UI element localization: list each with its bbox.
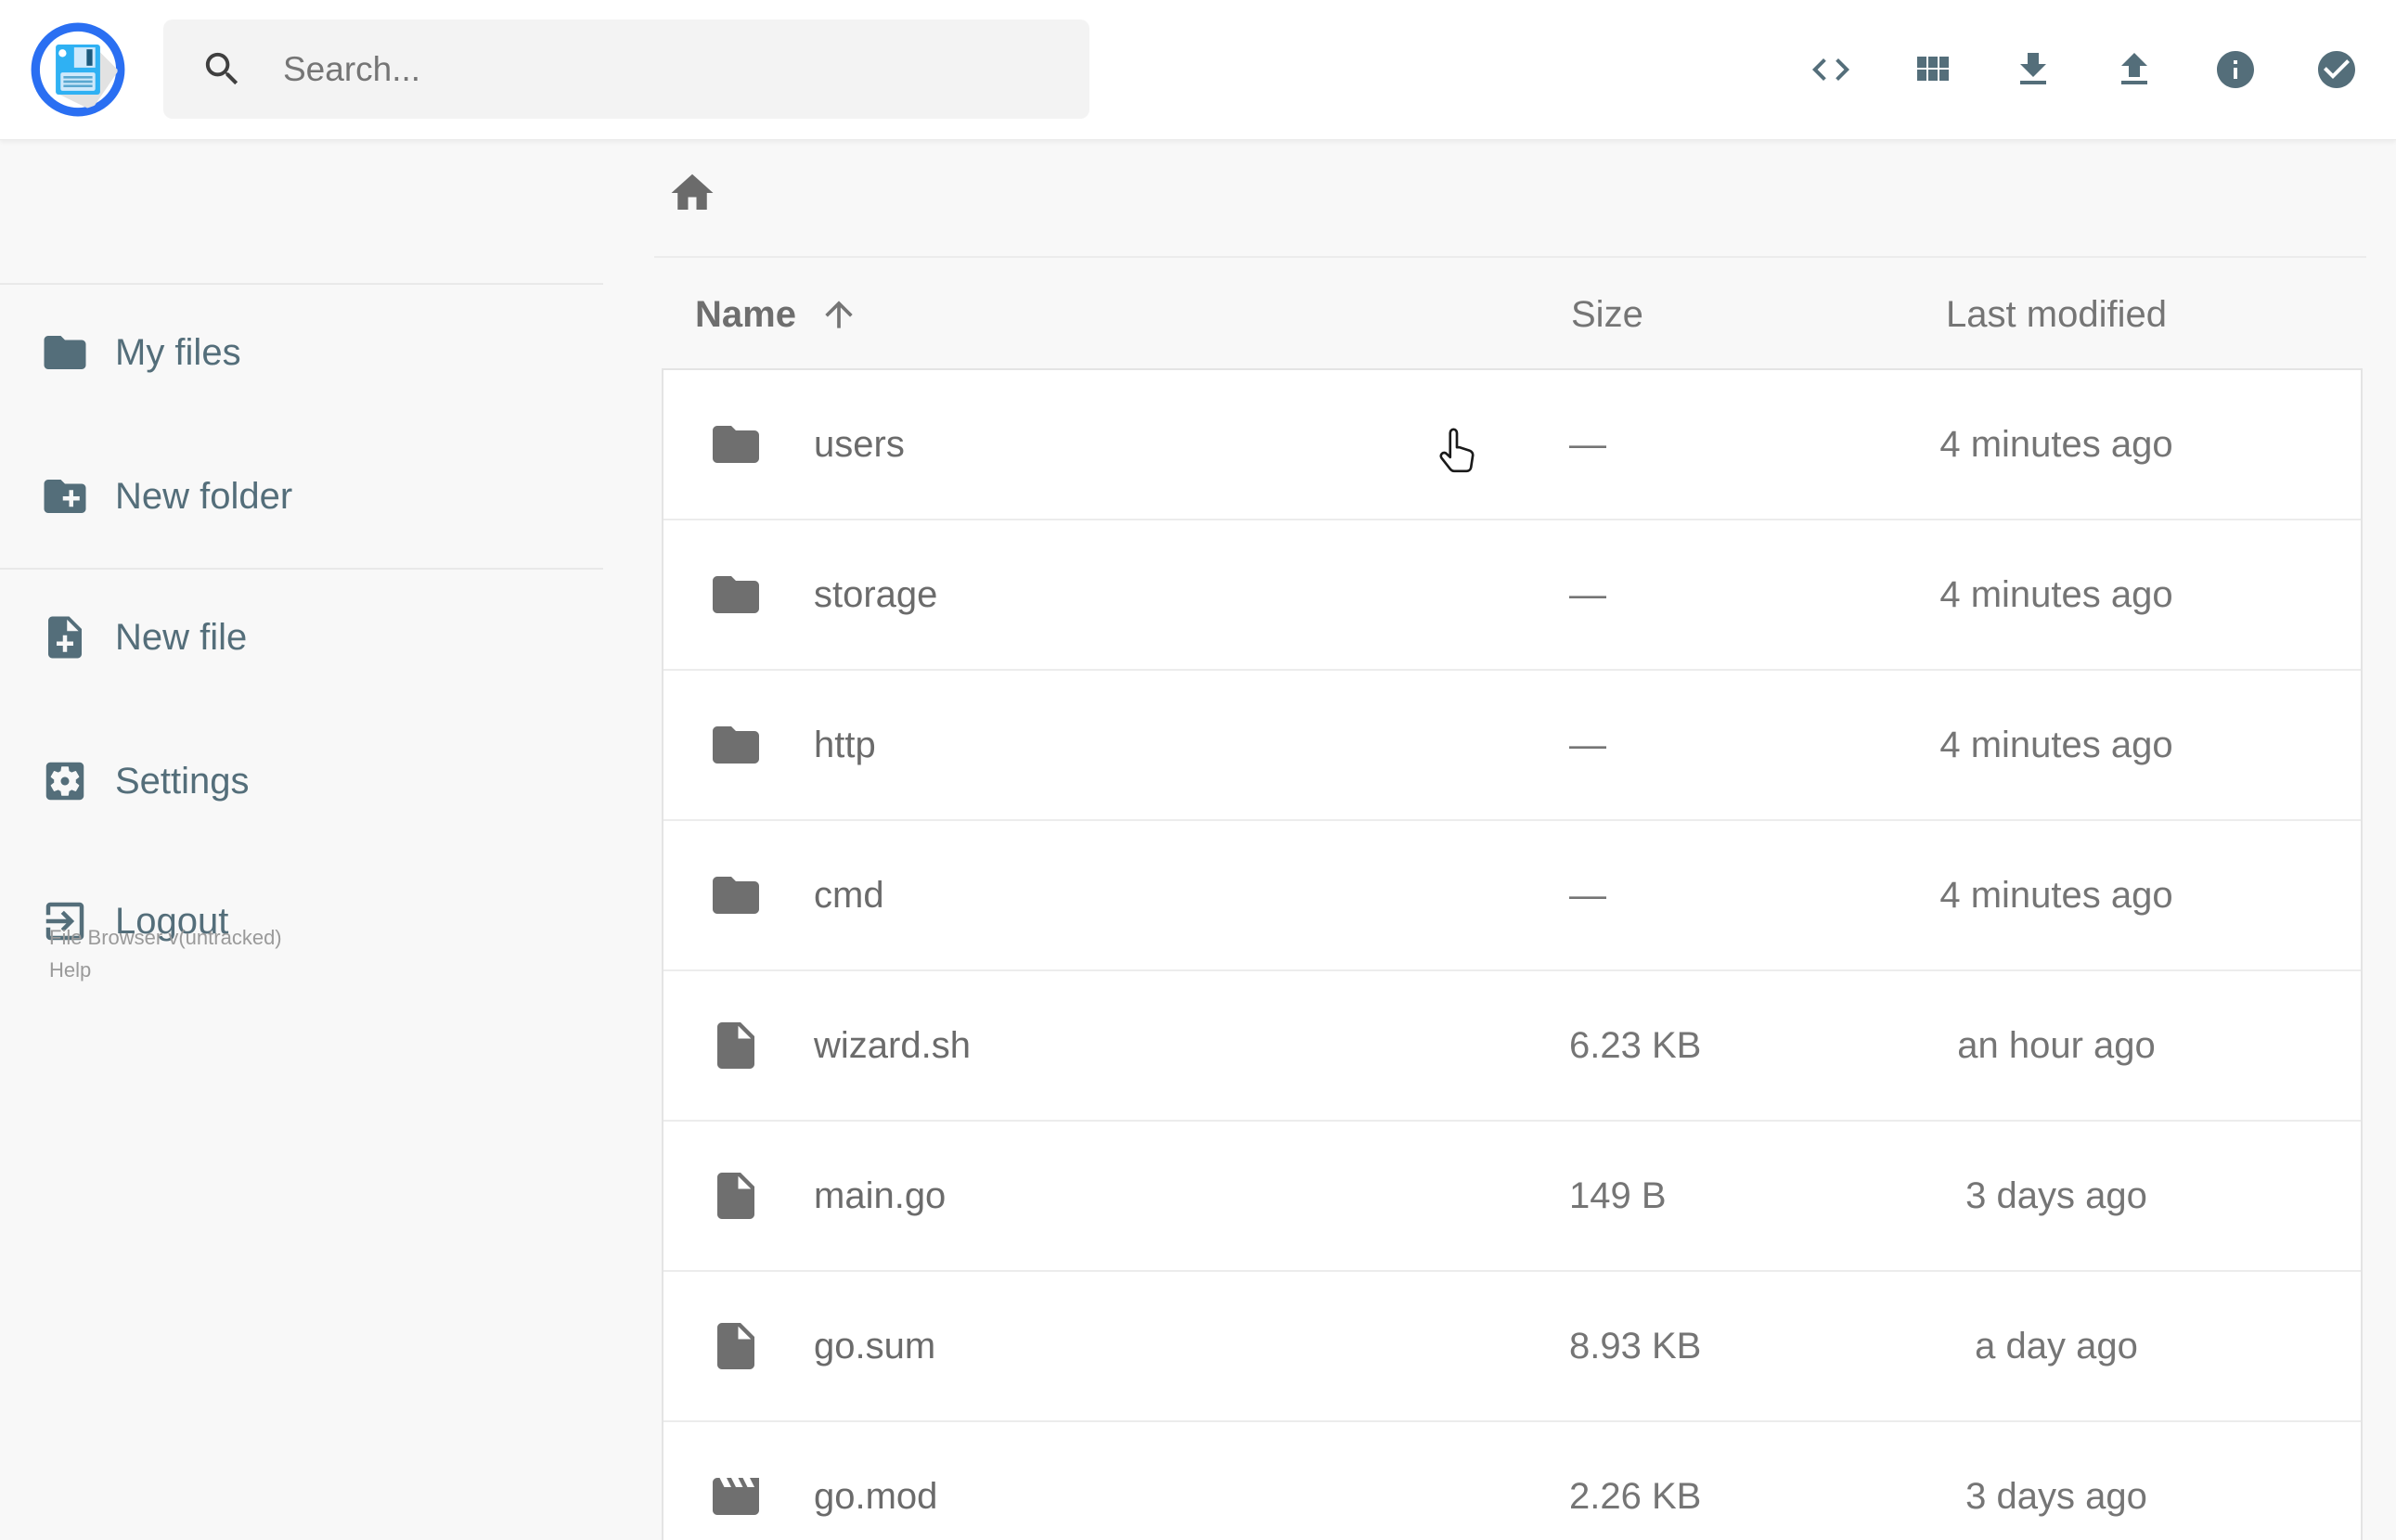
folder-icon [708, 567, 764, 622]
table-row[interactable]: storage — 4 minutes ago [663, 520, 2361, 671]
file-icon [708, 1018, 764, 1073]
folder-icon [708, 867, 764, 923]
folder-icon [708, 867, 764, 923]
column-header-modified[interactable]: Last modified [1824, 294, 2288, 335]
upload-button[interactable] [2112, 47, 2157, 92]
file-name: storage [814, 574, 938, 615]
file-name: wizard.sh [814, 1025, 971, 1066]
help-link[interactable]: Help [49, 954, 282, 986]
sidebar-footer: File Browser v(untracked) Help [49, 921, 282, 986]
file-size: 8.93 KB [1569, 1326, 1702, 1367]
new-file-icon [40, 612, 90, 662]
breadcrumb-divider [654, 256, 2366, 258]
sidebar-item-label: New folder [115, 475, 293, 517]
file-modified: an hour ago [1957, 1025, 2156, 1066]
movie-icon [708, 1469, 764, 1524]
sidebar-divider [0, 283, 603, 285]
file-size: — [1569, 725, 1606, 765]
sidebar-item-settings[interactable]: Settings [0, 741, 603, 821]
select-multiple-button[interactable] [2314, 47, 2359, 92]
file-size: — [1569, 875, 1606, 916]
app-logo[interactable] [30, 21, 126, 118]
folder-icon [708, 417, 764, 472]
file-modified: 4 minutes ago [1939, 875, 2173, 916]
column-header-name-label: Name [695, 294, 796, 335]
file-size: — [1569, 424, 1606, 465]
file-modified: 3 days ago [1965, 1476, 2147, 1517]
sidebar: My files New folder New file Settings Logout… [0, 139, 603, 1540]
sidebar-item-new-file[interactable]: New file [0, 597, 603, 677]
sidebar-item-label: New file [115, 616, 248, 658]
folder-icon [40, 327, 90, 378]
folder-icon [708, 717, 764, 773]
table-row[interactable]: users — 4 minutes ago [663, 370, 2361, 520]
sidebar-item-label: Settings [115, 760, 250, 802]
header-actions [1809, 0, 2359, 139]
file-icon [708, 1318, 764, 1374]
column-header-size[interactable]: Size [1571, 294, 1643, 335]
info-button[interactable] [2213, 47, 2258, 92]
file-size: 2.26 KB [1569, 1476, 1702, 1517]
search-icon [200, 47, 244, 91]
file-name: go.sum [814, 1326, 936, 1367]
top-bar [0, 0, 2396, 140]
arrow-up-icon [818, 294, 859, 335]
app-version-text: File Browser v(untracked) [49, 926, 282, 949]
file-modified: 4 minutes ago [1939, 574, 2173, 615]
movie-icon [708, 1469, 764, 1524]
file-name: users [814, 424, 905, 465]
file-browser-app: My filesNew folderNew fileSettingsLogout… [0, 0, 2396, 1540]
sidebar-item-new-folder[interactable]: New folder [0, 456, 603, 536]
file-icon [708, 1318, 764, 1374]
sidebar-item-label: My files [115, 331, 241, 373]
grid-view-icon [1910, 47, 1954, 92]
file-size: 149 B [1569, 1175, 1667, 1216]
settings-icon [40, 756, 90, 806]
file-modified: 3 days ago [1965, 1175, 2147, 1216]
code-icon [1809, 47, 1853, 92]
file-name: http [814, 725, 876, 765]
upload-icon [2112, 47, 2157, 92]
table-row[interactable]: go.sum 8.93 KB a day ago [663, 1272, 2361, 1422]
file-name: cmd [814, 875, 884, 916]
file-icon [708, 1168, 764, 1224]
file-name: main.go [814, 1175, 947, 1216]
grid-view-button[interactable] [1910, 47, 1954, 92]
file-icon [708, 1018, 764, 1073]
check-circle-icon [2314, 47, 2359, 92]
file-listing: users — 4 minutes ago storage — 4 minutes ago… [662, 368, 2363, 1540]
home-icon [667, 168, 717, 218]
file-modified: a day ago [1975, 1326, 2138, 1367]
column-header-name[interactable]: Name [695, 294, 859, 335]
download-button[interactable] [2011, 47, 2055, 92]
search-bar[interactable] [163, 19, 1089, 119]
new-folder-icon [40, 471, 90, 521]
search-input[interactable] [281, 48, 1089, 90]
folder-icon [708, 417, 764, 472]
table-row[interactable]: http — 4 minutes ago [663, 671, 2361, 821]
info-icon [2213, 47, 2258, 92]
raw-view-button[interactable] [1809, 47, 1853, 92]
sidebar-divider [0, 568, 603, 570]
breadcrumb-home-button[interactable] [667, 168, 717, 218]
folder-icon [708, 717, 764, 773]
file-modified: 4 minutes ago [1939, 424, 2173, 465]
file-size: 6.23 KB [1569, 1025, 1702, 1066]
table-row[interactable]: go.mod 2.26 KB 3 days ago [663, 1422, 2361, 1540]
table-row[interactable]: main.go 149 B 3 days ago [663, 1122, 2361, 1272]
file-size: — [1569, 574, 1606, 615]
folder-icon [708, 567, 764, 622]
download-icon [2011, 47, 2055, 92]
table-row[interactable]: cmd — 4 minutes ago [663, 821, 2361, 971]
floppy-disk-logo-icon [31, 22, 125, 117]
file-name: go.mod [814, 1476, 938, 1517]
file-icon [708, 1168, 764, 1224]
table-row[interactable]: wizard.sh 6.23 KB an hour ago [663, 971, 2361, 1122]
sidebar-item-my-files[interactable]: My files [0, 313, 603, 392]
file-modified: 4 minutes ago [1939, 725, 2173, 765]
